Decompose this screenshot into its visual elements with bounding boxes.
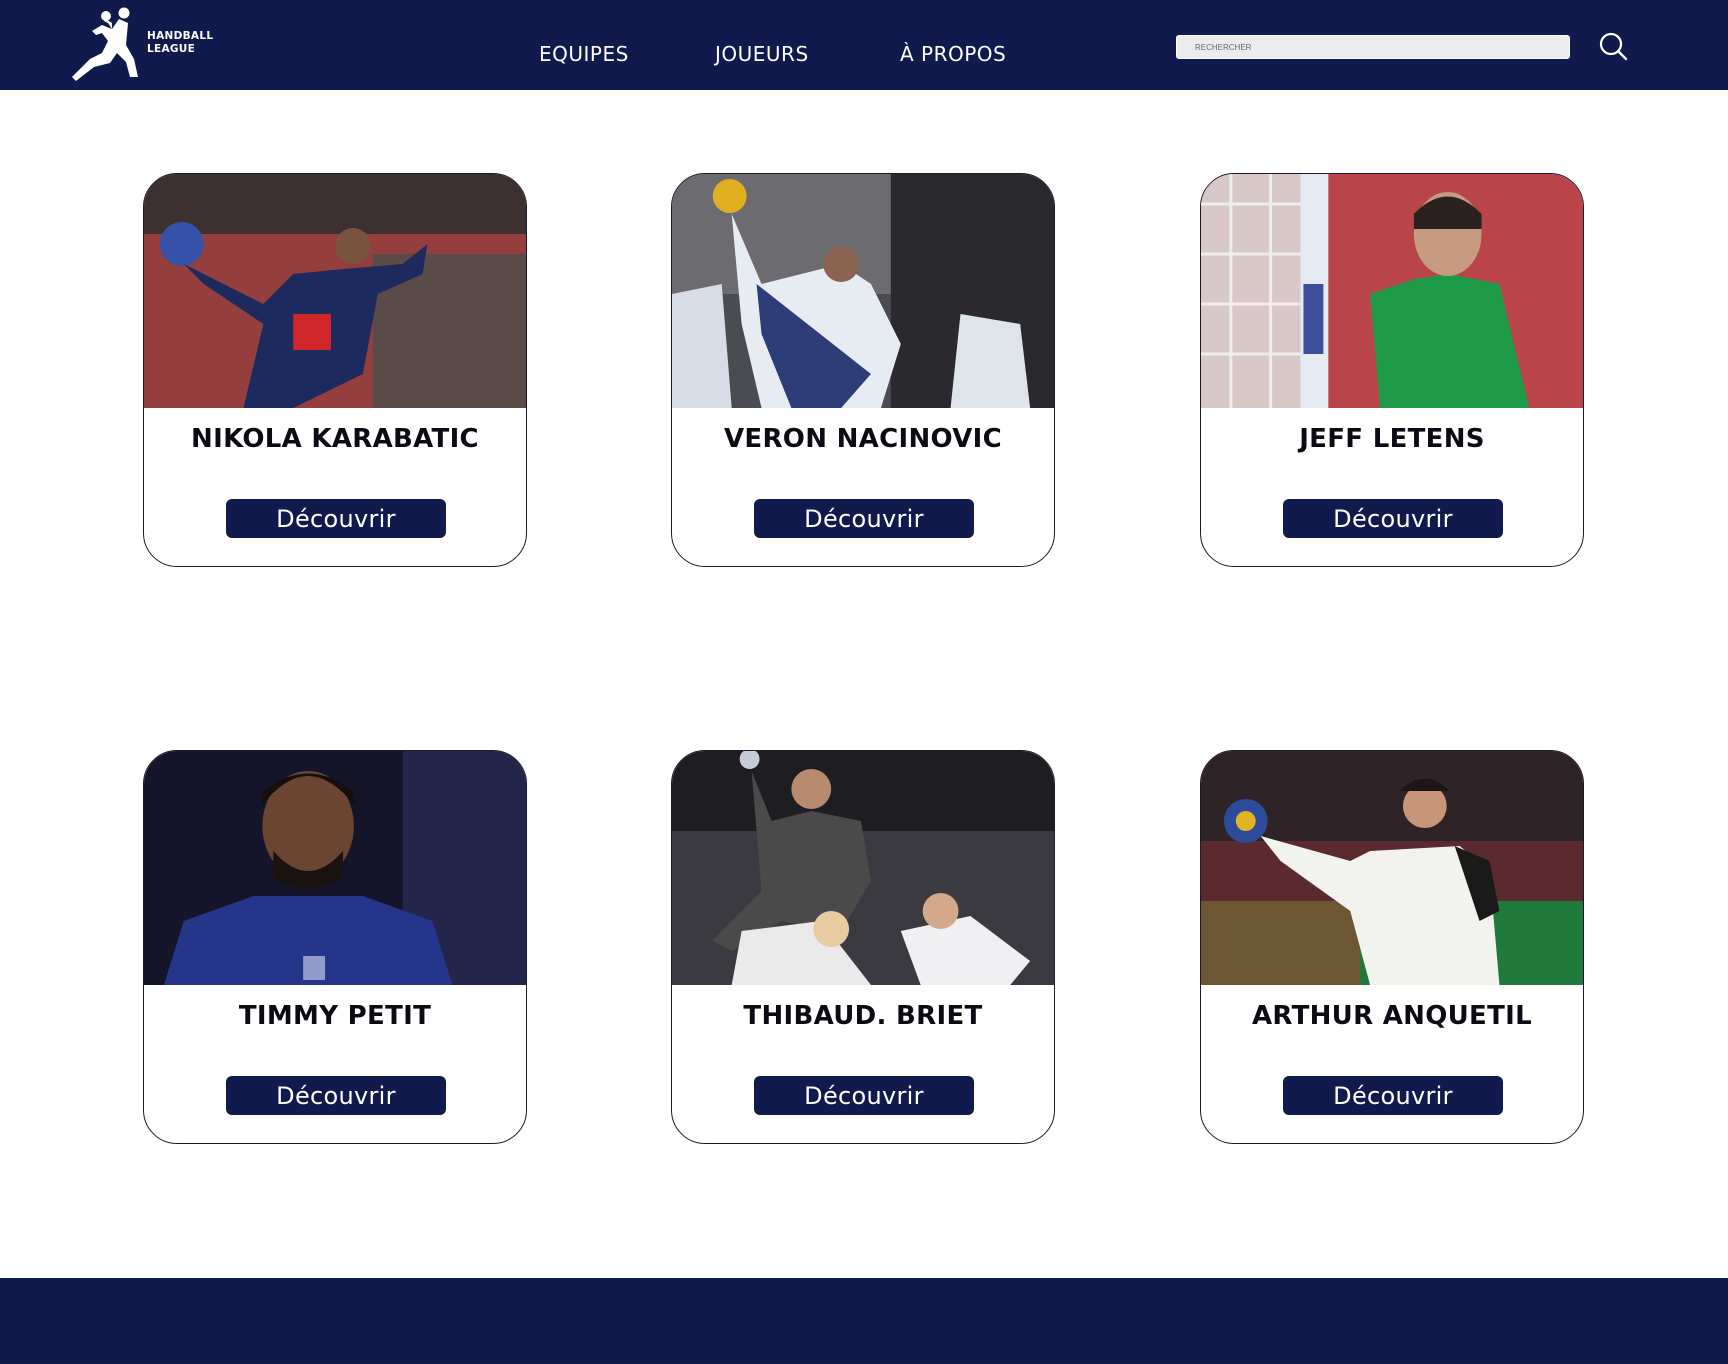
search-icon (1599, 32, 1628, 61)
player-card: ARTHUR ANQUETIL Découvrir (1200, 750, 1584, 1144)
player-photo-image (144, 751, 526, 985)
nav-item-a-propos[interactable]: À PROPOS (900, 42, 1006, 66)
player-card: NIKOLA KARABATIC Découvrir (143, 173, 527, 567)
player-name: NIKOLA KARABATIC (191, 424, 479, 454)
player-name: JEFF LETENS (1299, 424, 1485, 454)
player-photo-image (672, 174, 1054, 408)
player-photo-image (672, 751, 1054, 985)
player-name: THIBAUD. BRIET (743, 1001, 983, 1031)
player-photo (672, 174, 1054, 408)
player-photo (144, 751, 526, 985)
logo-text-line1: HANDBALL (147, 30, 214, 42)
player-card: TIMMY PETIT Découvrir (143, 750, 527, 1144)
discover-button[interactable]: Découvrir (1283, 499, 1503, 538)
player-card: JEFF LETENS Découvrir (1200, 173, 1584, 567)
player-name: TIMMY PETIT (238, 1001, 432, 1031)
discover-button[interactable]: Découvrir (226, 499, 446, 538)
player-card: THIBAUD. BRIET Découvrir (671, 750, 1055, 1144)
discover-button[interactable]: Découvrir (1283, 1076, 1503, 1115)
site-header: HANDBALL LEAGUE EQUIPES JOUEURS À PROPOS (0, 0, 1728, 90)
nav-item-joueurs[interactable]: JOUEURS (715, 42, 809, 66)
site-footer (0, 1278, 1728, 1364)
player-name: ARTHUR ANQUETIL (1252, 1001, 1532, 1031)
handball-player-logo-icon (72, 7, 138, 81)
player-photo-image (144, 174, 526, 408)
player-photo (144, 174, 526, 408)
logo-text: HANDBALL LEAGUE (147, 30, 213, 56)
search-input[interactable] (1176, 35, 1570, 59)
discover-button[interactable]: Découvrir (226, 1076, 446, 1115)
player-name: VERON NACINOVIC (724, 424, 1002, 454)
player-card: VERON NACINOVIC Découvrir (671, 173, 1055, 567)
player-photo (1201, 174, 1583, 408)
player-photo-image (1201, 174, 1583, 408)
logo-text-line2: LEAGUE (147, 43, 196, 55)
discover-button[interactable]: Découvrir (754, 1076, 974, 1115)
player-photo-image (1201, 751, 1583, 985)
player-photo (672, 751, 1054, 985)
handball-league-logo[interactable]: HANDBALL LEAGUE (72, 6, 222, 84)
player-photo (1201, 751, 1583, 985)
search-button[interactable] (1598, 32, 1628, 62)
nav-item-equipes[interactable]: EQUIPES (539, 42, 629, 66)
discover-button[interactable]: Découvrir (754, 499, 974, 538)
